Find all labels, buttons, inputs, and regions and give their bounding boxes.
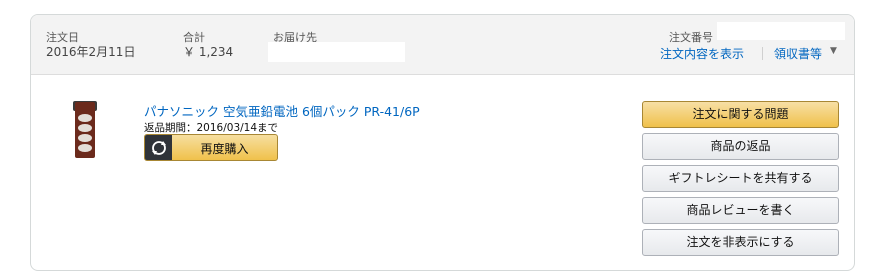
product-title-link[interactable]: パナソニック 空気亜鉛電池 6個パック PR-41/6P bbox=[144, 101, 420, 120]
share-gift-receipt-button[interactable]: ギフトレシートを共有する bbox=[642, 165, 839, 192]
order-details-link[interactable]: 注文内容を表示 bbox=[660, 45, 744, 62]
write-review-button[interactable]: 商品レビューを書く bbox=[642, 197, 839, 224]
product-image[interactable] bbox=[75, 102, 95, 158]
order-date-value: 2016年2月11日 bbox=[46, 45, 136, 59]
buy-again-button[interactable]: 再度購入 bbox=[144, 134, 278, 161]
return-window-text: 返品期間：2016/03/14まで bbox=[144, 122, 279, 134]
order-problem-button[interactable]: 注文に関する問題 bbox=[642, 101, 839, 128]
ship-to-redacted bbox=[268, 42, 405, 62]
receipt-link[interactable]: 領収書等 bbox=[774, 45, 822, 62]
order-header: 注文日 2016年2月11日 合計 ￥ 1,234 お届け先 注文番号 注文内容… bbox=[31, 15, 854, 75]
reorder-cycle-icon bbox=[145, 135, 172, 160]
hide-order-button[interactable]: 注文を非表示にする bbox=[642, 229, 839, 256]
chevron-down-icon[interactable]: ▼ bbox=[830, 46, 837, 56]
order-number-label: 注文番号 bbox=[669, 31, 713, 44]
buy-again-label: 再度購入 bbox=[200, 142, 249, 156]
order-number-redacted bbox=[717, 22, 845, 40]
order-card: 注文日 2016年2月11日 合計 ￥ 1,234 お届け先 注文番号 注文内容… bbox=[30, 14, 855, 271]
order-total-value: ￥ 1,234 bbox=[183, 45, 234, 59]
return-item-button[interactable]: 商品の返品 bbox=[642, 133, 839, 160]
link-separator bbox=[762, 47, 763, 60]
